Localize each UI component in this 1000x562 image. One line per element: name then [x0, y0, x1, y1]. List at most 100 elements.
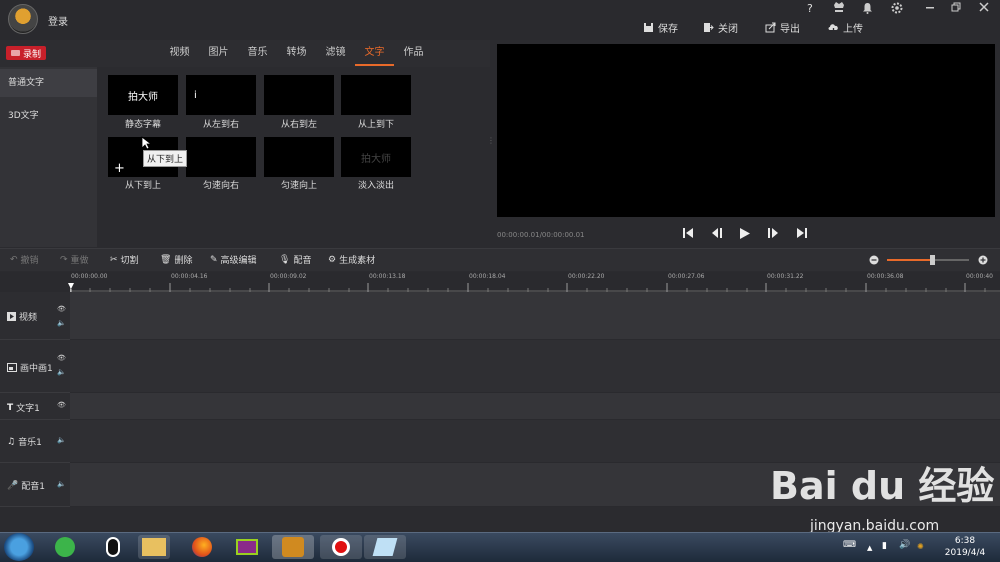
text-track-icon: T	[7, 402, 14, 413]
taskbar-firefox-icon[interactable]	[186, 535, 218, 559]
tab-transition[interactable]: 转场	[277, 44, 316, 66]
eye-icon[interactable]: 👁	[57, 354, 66, 362]
step-forward-icon[interactable]	[766, 227, 780, 239]
track-label: 文字1	[16, 404, 40, 414]
cut-button[interactable]: ✂ 切割	[110, 253, 139, 267]
zoom-slider-thumb[interactable]	[930, 255, 935, 265]
taskbar-paidashi-icon[interactable]	[272, 535, 314, 559]
vip-icon[interactable]	[833, 0, 845, 17]
skip-start-icon[interactable]	[682, 227, 694, 239]
close-button[interactable]: 关闭	[703, 20, 738, 35]
taskbar-player-icon[interactable]	[231, 535, 263, 559]
taskbar-notes-icon[interactable]	[364, 535, 406, 559]
tab-filter[interactable]: 滤镜	[316, 44, 355, 66]
network-icon[interactable]: ✺	[917, 542, 924, 551]
skip-end-icon[interactable]	[796, 227, 808, 239]
track-header-pip[interactable]: 画中画1 👁 🔈	[0, 340, 70, 393]
upload-label: 上传	[843, 23, 863, 35]
effect-thumb-right-left[interactable]	[264, 75, 334, 115]
tab-music[interactable]: 音乐	[238, 44, 277, 66]
effect-label: 匀速向右	[202, 181, 239, 191]
advanced-label: 高级编辑	[220, 256, 257, 266]
taskbar-explorer-icon[interactable]	[138, 535, 170, 559]
undo-button[interactable]: ↶ 撤销	[10, 253, 39, 267]
video-preview	[497, 44, 995, 217]
ruler-label: 00:00:13.18	[369, 273, 406, 280]
eye-icon[interactable]: 👁	[57, 305, 66, 313]
effect-thumb-top-bottom[interactable]	[341, 75, 411, 115]
effect-thumb-left-right[interactable]: i	[186, 75, 256, 115]
restore-icon[interactable]	[951, 2, 961, 15]
mouse-cursor-icon	[141, 136, 151, 150]
track-label: 配音1	[21, 482, 45, 492]
record-button[interactable]: 录制	[6, 46, 46, 60]
step-back-icon[interactable]	[710, 227, 724, 239]
dub-label: 配音	[293, 256, 312, 266]
redo-button[interactable]: ↷ 重做	[60, 253, 89, 267]
zoom-in-icon[interactable]	[978, 255, 988, 265]
watermark-logo: Bai du 经验	[770, 464, 995, 508]
track-header-video[interactable]: 视频 👁 🔈	[0, 292, 70, 340]
sidebar-item-normal-text[interactable]: 普通文字	[0, 69, 97, 97]
start-button[interactable]	[4, 533, 34, 561]
track-header-voiceover[interactable]: 🎤 配音1 🔈	[0, 463, 70, 507]
dub-button[interactable]: 🎙 配音	[279, 253, 312, 267]
tab-works[interactable]: 作品	[394, 44, 433, 66]
track-header-text[interactable]: T 文字1 👁	[0, 393, 70, 420]
effect-thumb-uniform-right[interactable]	[186, 137, 256, 177]
taskbar-360-icon[interactable]	[49, 535, 81, 559]
track-label: 画中画1	[20, 364, 53, 374]
login-link[interactable]: 登录	[48, 13, 68, 28]
thumb-text: 拍大师	[361, 153, 391, 165]
upload-icon	[828, 23, 838, 32]
play-icon[interactable]	[739, 227, 751, 240]
save-button[interactable]: 保存	[643, 20, 678, 35]
close-window-icon[interactable]	[979, 2, 989, 15]
upload-button[interactable]: 上传	[828, 20, 863, 35]
tray-arrow-icon[interactable]: ▲	[867, 544, 872, 552]
help-icon[interactable]: ?	[807, 2, 813, 15]
volume-icon[interactable]: 🔊	[899, 540, 910, 550]
gear-icon[interactable]	[891, 2, 903, 17]
speaker-icon[interactable]: 🔈	[57, 319, 66, 327]
taskbar-record-icon[interactable]	[320, 535, 362, 559]
undo-label: 撤销	[20, 256, 39, 266]
track-lane-text[interactable]	[70, 393, 1000, 420]
tab-video[interactable]: 视频	[160, 44, 199, 66]
effect-thumb-fade[interactable]: 拍大师	[341, 137, 411, 177]
speaker-icon[interactable]: 🔈	[57, 368, 66, 376]
clock-time: 6:38	[954, 536, 976, 546]
effect-thumb-static[interactable]: 拍大师	[108, 75, 178, 115]
effect-label: 从左到右	[202, 120, 239, 130]
zoom-out-icon[interactable]	[869, 255, 879, 265]
ruler-label: 00:00:27.06	[668, 273, 705, 280]
bell-icon[interactable]	[862, 2, 873, 17]
keyboard-icon[interactable]: ⌨	[843, 540, 856, 550]
eye-icon[interactable]: 👁	[57, 401, 66, 409]
trash-icon: 🗑	[160, 254, 172, 265]
effect-thumb-uniform-up[interactable]	[264, 137, 334, 177]
clock-date: 2019/4/4	[944, 548, 986, 558]
minimize-icon[interactable]	[925, 2, 935, 15]
battery-icon[interactable]: ▮	[882, 541, 887, 551]
tab-image[interactable]: 图片	[199, 44, 238, 66]
track-lane-pip[interactable]	[70, 340, 1000, 393]
taskbar-qq-icon[interactable]	[97, 535, 129, 559]
effect-label: 淡入淡出	[357, 181, 394, 191]
film-reel-icon: ⚙	[328, 254, 337, 265]
zoom-slider-track[interactable]	[887, 259, 969, 261]
advanced-edit-button[interactable]: ✎ 高级编辑	[210, 253, 257, 267]
sidebar-item-3d-text[interactable]: 3D文字	[0, 102, 97, 130]
timeline-ruler[interactable]: 00:00:00.00 00:00:04.16 00:00:09.02 00:0…	[70, 272, 1000, 292]
delete-button[interactable]: 🗑 删除	[160, 253, 192, 267]
speaker-icon[interactable]: 🔈	[57, 436, 66, 444]
speaker-icon[interactable]: 🔈	[57, 480, 66, 488]
generate-button[interactable]: ⚙ 生成素材	[328, 253, 375, 267]
tab-text[interactable]: 文字	[355, 44, 394, 66]
export-button[interactable]: 导出	[765, 20, 800, 35]
track-header-music[interactable]: ♫ 音乐1 🔈	[0, 420, 70, 463]
track-lane-video[interactable]	[70, 292, 1000, 340]
splitter-handle[interactable]: ⋮	[487, 136, 495, 145]
system-clock[interactable]: 6:38 2019/4/4	[935, 535, 995, 559]
track-label: 视频	[19, 313, 38, 323]
